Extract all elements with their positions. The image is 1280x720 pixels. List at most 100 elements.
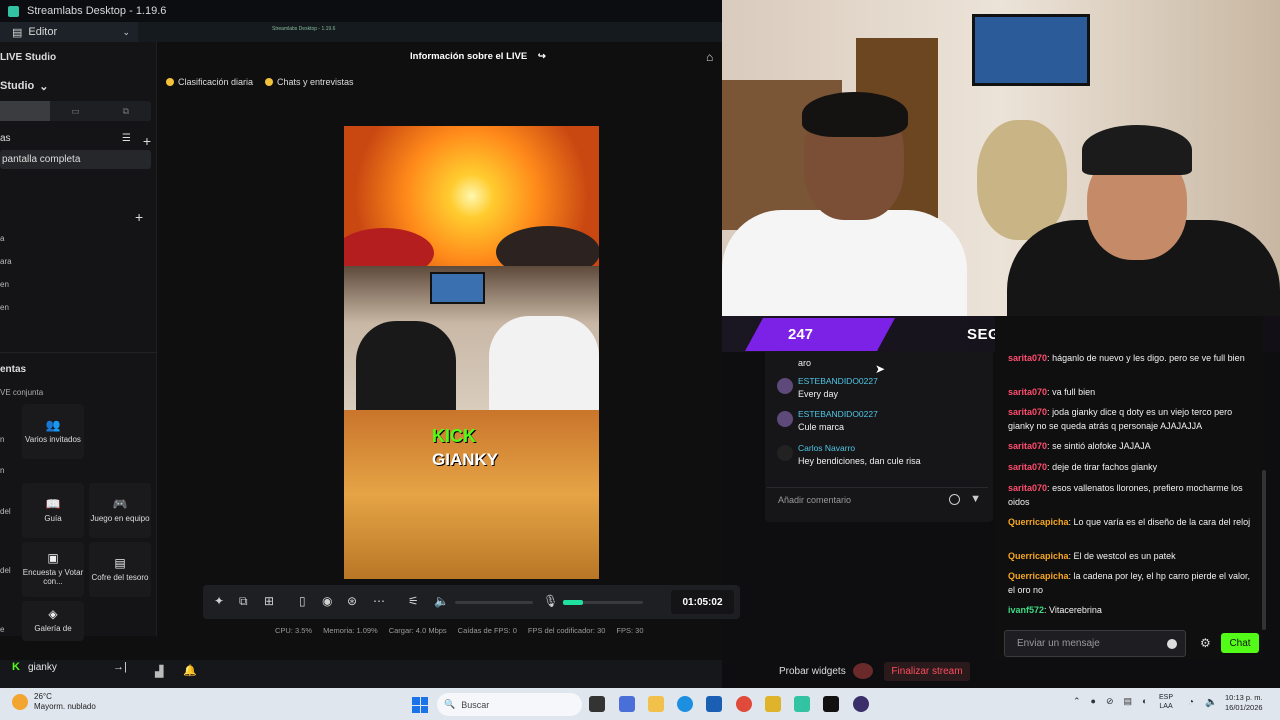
- settings-icon[interactable]: ⊛: [347, 594, 357, 608]
- stats-icon[interactable]: ▟: [155, 665, 163, 678]
- gamepad-icon: 🎮: [112, 496, 128, 511]
- list-icon[interactable]: ☰: [122, 133, 131, 149]
- chat-message-text: Lo que varía es el diseño de la cara del…: [1073, 517, 1251, 527]
- copy-icon[interactable]: ⧉: [239, 594, 248, 609]
- home-icon[interactable]: ⌂: [706, 50, 713, 64]
- source-item[interactable]: en: [0, 280, 9, 289]
- chat-username[interactable]: Querricapicha: [1008, 551, 1069, 561]
- tile-cofre-del-tesoro[interactable]: ▤ Cofre del tesoro: [89, 542, 151, 597]
- chat-username[interactable]: sarita070: [1008, 407, 1047, 417]
- volume-slider[interactable]: [455, 601, 533, 604]
- more-icon[interactable]: ⋯: [373, 594, 385, 608]
- source-item[interactable]: ara: [0, 257, 12, 266]
- mixer-icon[interactable]: ⚟: [408, 594, 419, 608]
- app-icon[interactable]: [765, 696, 781, 712]
- tiktok-icon[interactable]: [823, 696, 839, 712]
- chat-message-text: Every day: [798, 389, 839, 399]
- tile-galeria[interactable]: ◈ Galería de: [22, 601, 84, 641]
- chat-username[interactable]: ESTEBANDIDO0227: [798, 409, 878, 419]
- chat-username[interactable]: sarita070: [1008, 353, 1047, 363]
- cam-person-right-cap: [1082, 125, 1192, 175]
- stat-encoder-fps: FPS del codificador: 30: [527, 626, 606, 635]
- emoji-icon[interactable]: [949, 494, 960, 505]
- language-indicator[interactable]: ESP LAA: [1159, 693, 1173, 711]
- segment-layers[interactable]: ⧉: [101, 101, 151, 121]
- taskbar-search[interactable]: 🔍 Buscar: [437, 693, 582, 716]
- source-item[interactable]: a: [0, 234, 4, 243]
- stat-memory: Memoria: 1.09%: [323, 626, 378, 635]
- chat-username[interactable]: sarita070: [1008, 462, 1047, 472]
- end-stream-button[interactable]: Finalizar stream: [884, 662, 970, 681]
- store-icon[interactable]: [706, 696, 722, 712]
- tile-varios-invitados[interactable]: 👥 Varios invitados: [22, 404, 84, 459]
- copilot-icon[interactable]: [619, 696, 635, 712]
- emoji-icon[interactable]: [1167, 639, 1177, 649]
- share-icon[interactable]: ↪: [538, 51, 546, 62]
- chat-message-input[interactable]: Enviar un mensaje: [1004, 630, 1186, 657]
- phone-icon[interactable]: ▯: [299, 594, 306, 608]
- comment-input[interactable]: Añadir comentario ▼: [767, 487, 988, 512]
- filter-icon[interactable]: ▼: [970, 493, 981, 505]
- tile-encuesta[interactable]: ▣ Encuesta y Votar con...: [22, 542, 84, 597]
- tray-app-icon[interactable]: ▤: [1124, 696, 1133, 707]
- tray-app-icon[interactable]: ◐: [1142, 696, 1147, 707]
- test-widgets-button[interactable]: Probar widgets: [779, 666, 846, 677]
- windows-start-icon[interactable]: [412, 697, 428, 713]
- add-scene-icon[interactable]: +: [143, 133, 151, 149]
- stream-preview[interactable]: KICK GIANKY: [344, 126, 599, 579]
- chat-scrollbar[interactable]: [1262, 470, 1266, 630]
- taskbar-clock[interactable]: 10:13 p. m. 16/01/2026: [1225, 693, 1263, 713]
- tile-label: Juego en equipo: [90, 513, 150, 523]
- tray-app-icon[interactable]: ⊘: [1106, 696, 1114, 707]
- chip-clasificacion-diaria[interactable]: Clasificación diaria: [166, 75, 253, 89]
- live-info-title[interactable]: Información sobre el LIVE ↪: [410, 51, 546, 62]
- gear-icon[interactable]: ⚙: [1200, 636, 1211, 650]
- tile-juego-en-equipo[interactable]: 🎮 Juego en equipo: [89, 483, 151, 538]
- tray-app-icon[interactable]: ●: [1091, 696, 1096, 707]
- top-strip: ▤ Editor ⌄ Streamlabs Desktop - 1.19.6: [0, 22, 722, 42]
- chat-username[interactable]: sarita070: [1008, 387, 1047, 397]
- account-row[interactable]: K gianky: [12, 661, 57, 673]
- file-explorer-icon[interactable]: [648, 696, 664, 712]
- streamlabs-icon[interactable]: [794, 696, 810, 712]
- add-media-icon[interactable]: ⊞: [264, 594, 274, 608]
- source-item[interactable]: en: [0, 303, 9, 312]
- chrome-icon[interactable]: [736, 696, 752, 712]
- chat-username[interactable]: ivanf572: [1008, 605, 1044, 615]
- chip-chats-entrevistas[interactable]: Chats y entrevistas: [265, 75, 354, 89]
- record-icon[interactable]: ◉: [322, 594, 332, 608]
- search-placeholder: Buscar: [461, 699, 490, 710]
- tile-label: Galería de: [34, 624, 72, 634]
- tile-guia[interactable]: 📖 Guía: [22, 483, 84, 538]
- window-title: Streamlabs Desktop - 1.19.6: [27, 5, 167, 17]
- segment-portrait[interactable]: ▭: [50, 101, 100, 121]
- scene-item-fullscreen[interactable]: pantalla completa: [0, 150, 151, 169]
- chat-username[interactable]: Carlos Navarro: [798, 443, 855, 453]
- avatar[interactable]: [853, 663, 873, 679]
- obs-icon[interactable]: [853, 696, 869, 712]
- task-view-icon[interactable]: [589, 696, 605, 712]
- bell-icon[interactable]: 🔔: [183, 664, 197, 677]
- volume-icon[interactable]: 🔈: [434, 594, 449, 608]
- list-item: sarita070: joda gianky dice q doty es un…: [1008, 405, 1256, 433]
- microphone-icon[interactable]: 🎙: [543, 594, 558, 608]
- edge-icon[interactable]: [677, 696, 693, 712]
- collapse-icon[interactable]: →|: [113, 661, 127, 673]
- chat-username[interactable]: sarita070: [1008, 441, 1047, 451]
- editor-dropdown[interactable]: ▤ Editor ⌄: [0, 22, 138, 42]
- chat-username[interactable]: ESTEBANDIDO0227: [798, 376, 878, 386]
- segment-landscape[interactable]: [0, 101, 51, 121]
- chevron-up-icon[interactable]: ⌃: [1073, 696, 1081, 707]
- wifi-icon[interactable]: ◔: [1188, 697, 1194, 708]
- volume-icon[interactable]: 🔈: [1205, 697, 1217, 708]
- add-source-icon[interactable]: +: [135, 209, 143, 225]
- chat-username[interactable]: Querricapicha: [1008, 517, 1069, 527]
- partial-tile-label: n: [0, 435, 5, 444]
- studio-dropdown[interactable]: Studio ⌄: [0, 80, 48, 93]
- live-conjunta-label: VE conjunta: [0, 388, 44, 397]
- weather-widget[interactable]: 26°C Mayorm. nublado: [12, 692, 96, 712]
- chat-username[interactable]: Querricapicha: [1008, 571, 1069, 581]
- chat-send-button[interactable]: Chat: [1221, 633, 1259, 653]
- chat-username[interactable]: sarita070: [1008, 483, 1047, 493]
- magic-wand-icon[interactable]: ✦: [214, 594, 224, 608]
